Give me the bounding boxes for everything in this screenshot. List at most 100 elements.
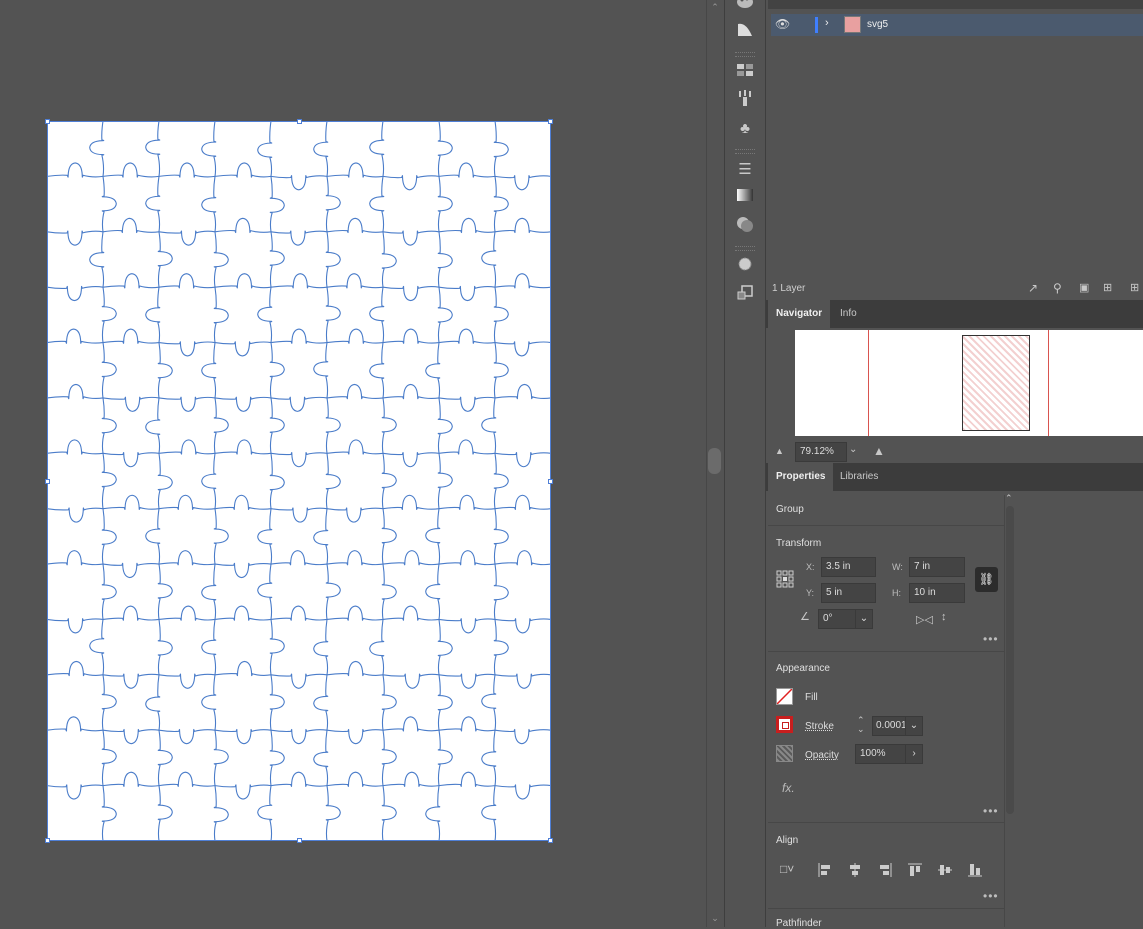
opacity-expand-icon[interactable]: › <box>905 744 923 764</box>
stroke-panel-icon[interactable]: ☰ <box>733 158 757 182</box>
align-more-options-icon[interactable]: ••• <box>983 889 999 903</box>
rotate-dropdown-icon[interactable]: ⌄ <box>855 609 873 629</box>
transform-title: Transform <box>776 538 822 549</box>
fill-label: Fill <box>805 692 818 703</box>
rotate-angle-icon: ∠ <box>800 611 810 623</box>
artboard[interactable] <box>47 121 551 841</box>
scroll-up-icon[interactable]: ⌃ <box>706 0 724 14</box>
puzzle-horizontal-cut <box>47 771 551 800</box>
layer-color-bar <box>815 17 818 33</box>
puzzle-horizontal-cut <box>47 439 551 468</box>
align-vertical-center-icon[interactable] <box>937 862 953 878</box>
align-bottom-icon[interactable] <box>967 862 983 878</box>
align-horizontal-center-icon[interactable] <box>847 862 863 878</box>
navigator-preview[interactable] <box>795 330 1143 436</box>
tab-properties[interactable]: Properties <box>768 463 834 491</box>
transform-icon[interactable] <box>733 284 757 308</box>
layer-row-svg5[interactable]: 👁 › svg5 <box>771 14 1143 36</box>
panel-grip[interactable] <box>735 52 755 57</box>
panel-grip[interactable] <box>735 149 755 154</box>
layers-panel-header <box>768 0 1143 9</box>
panel-grip[interactable] <box>735 246 755 251</box>
stroke-label[interactable]: Stroke <box>805 721 834 732</box>
puzzle-horizontal-cut <box>47 550 551 579</box>
stroke-swatch-icon[interactable] <box>776 716 793 733</box>
zoom-field[interactable]: 79.12% <box>795 442 847 462</box>
properties-scroll-thumb[interactable] <box>1006 506 1014 814</box>
opacity-icon[interactable] <box>776 745 793 762</box>
x-field[interactable]: 3.5 in <box>821 557 876 577</box>
appearance-more-options-icon[interactable]: ••• <box>983 804 999 818</box>
layer-name[interactable]: svg5 <box>867 19 888 30</box>
new-layer-icon[interactable]: ⊞ <box>1130 281 1139 294</box>
brushes-icon[interactable] <box>733 89 757 113</box>
puzzle-vertical-cut <box>145 121 173 841</box>
zoom-dropdown-icon[interactable]: ⌄ <box>849 444 857 455</box>
reference-point-icon[interactable] <box>776 570 794 588</box>
opacity-label[interactable]: Opacity <box>805 750 839 761</box>
tab-info[interactable]: Info <box>832 300 865 328</box>
transform-more-options-icon[interactable]: ••• <box>983 632 999 646</box>
w-label: W: <box>892 562 903 572</box>
puzzle-horizontal-cut <box>47 716 551 745</box>
stroke-weight-field[interactable]: 0.0001 <box>872 716 907 736</box>
appearance-title: Appearance <box>776 663 830 674</box>
new-sublayer-icon[interactable]: ⊞ <box>1103 281 1112 294</box>
expand-chevron-icon[interactable]: › <box>825 17 829 29</box>
stroke-stepper-icon[interactable]: ⌃ ⌄ <box>857 716 865 734</box>
fx-effects-icon[interactable]: fx. <box>782 781 795 795</box>
gradient-icon[interactable] <box>733 186 757 210</box>
h-label: H: <box>892 588 901 598</box>
pathfinder-title: Pathfinder <box>776 918 822 929</box>
puzzle-horizontal-cut <box>47 660 551 689</box>
divider <box>768 822 1004 823</box>
navigator-tabbar: Navigator Info <box>766 300 1143 328</box>
transparency-icon[interactable] <box>733 215 757 239</box>
align-right-icon[interactable] <box>877 862 893 878</box>
rotate-field[interactable]: 0° <box>818 609 856 629</box>
zoom-out-icon[interactable]: ▲ <box>775 446 784 456</box>
search-icon[interactable]: ⚲ <box>1053 281 1062 295</box>
appearance-icon[interactable] <box>733 255 757 279</box>
puzzle-horizontal-cut <box>47 162 551 191</box>
stroke-weight-dropdown-icon[interactable]: ⌄ <box>905 716 923 736</box>
symbols-icon[interactable]: ♣ <box>733 117 757 141</box>
tab-libraries[interactable]: Libraries <box>832 463 886 491</box>
y-label: Y: <box>806 588 815 598</box>
y-field[interactable]: 5 in <box>821 583 876 603</box>
zoom-in-icon[interactable]: ▲ <box>873 444 885 458</box>
puzzle-horizontal-cut <box>47 494 551 523</box>
divider <box>768 908 1004 909</box>
divider <box>768 651 1004 652</box>
opacity-field[interactable]: 100% <box>855 744 906 764</box>
color-guide-icon[interactable] <box>733 20 757 44</box>
layer-count: 1 Layer <box>772 283 806 294</box>
puzzle-horizontal-cut <box>47 273 551 302</box>
fill-swatch-icon[interactable] <box>776 688 793 705</box>
swatches-icon[interactable] <box>733 61 757 85</box>
divider <box>768 525 1004 526</box>
tab-navigator[interactable]: Navigator <box>768 300 831 328</box>
color-palette-icon[interactable] <box>733 0 757 16</box>
constrain-proportions-link-icon[interactable]: ⛓ <box>975 567 998 592</box>
visibility-eye-icon[interactable]: 👁 <box>775 17 790 31</box>
puzzle-horizontal-cut <box>47 383 551 412</box>
align-to-selection-icon[interactable]: □˅ <box>780 862 794 876</box>
selection-type: Group <box>776 504 804 515</box>
puzzle-pattern <box>47 121 551 841</box>
scroll-down-icon[interactable]: ⌄ <box>706 911 724 925</box>
export-icon[interactable]: ↗ <box>1028 281 1038 295</box>
clipping-mask-icon[interactable]: ▣ <box>1079 281 1089 294</box>
properties-scroll-up-icon[interactable]: ⌃ <box>1005 493 1013 504</box>
h-field[interactable]: 10 in <box>909 583 965 603</box>
w-field[interactable]: 7 in <box>909 557 965 577</box>
flip-horizontal-icon[interactable]: ▷◁ <box>916 613 933 626</box>
align-top-icon[interactable] <box>907 862 923 878</box>
puzzle-vertical-cut <box>201 121 229 841</box>
puzzle-horizontal-cut <box>47 605 551 634</box>
flip-vertical-icon[interactable]: ↕ <box>941 611 947 623</box>
scroll-thumb[interactable] <box>708 448 721 474</box>
puzzle-vertical-cut <box>313 121 341 841</box>
nav-viewport-left-edge <box>868 330 869 436</box>
align-left-icon[interactable] <box>817 862 833 878</box>
